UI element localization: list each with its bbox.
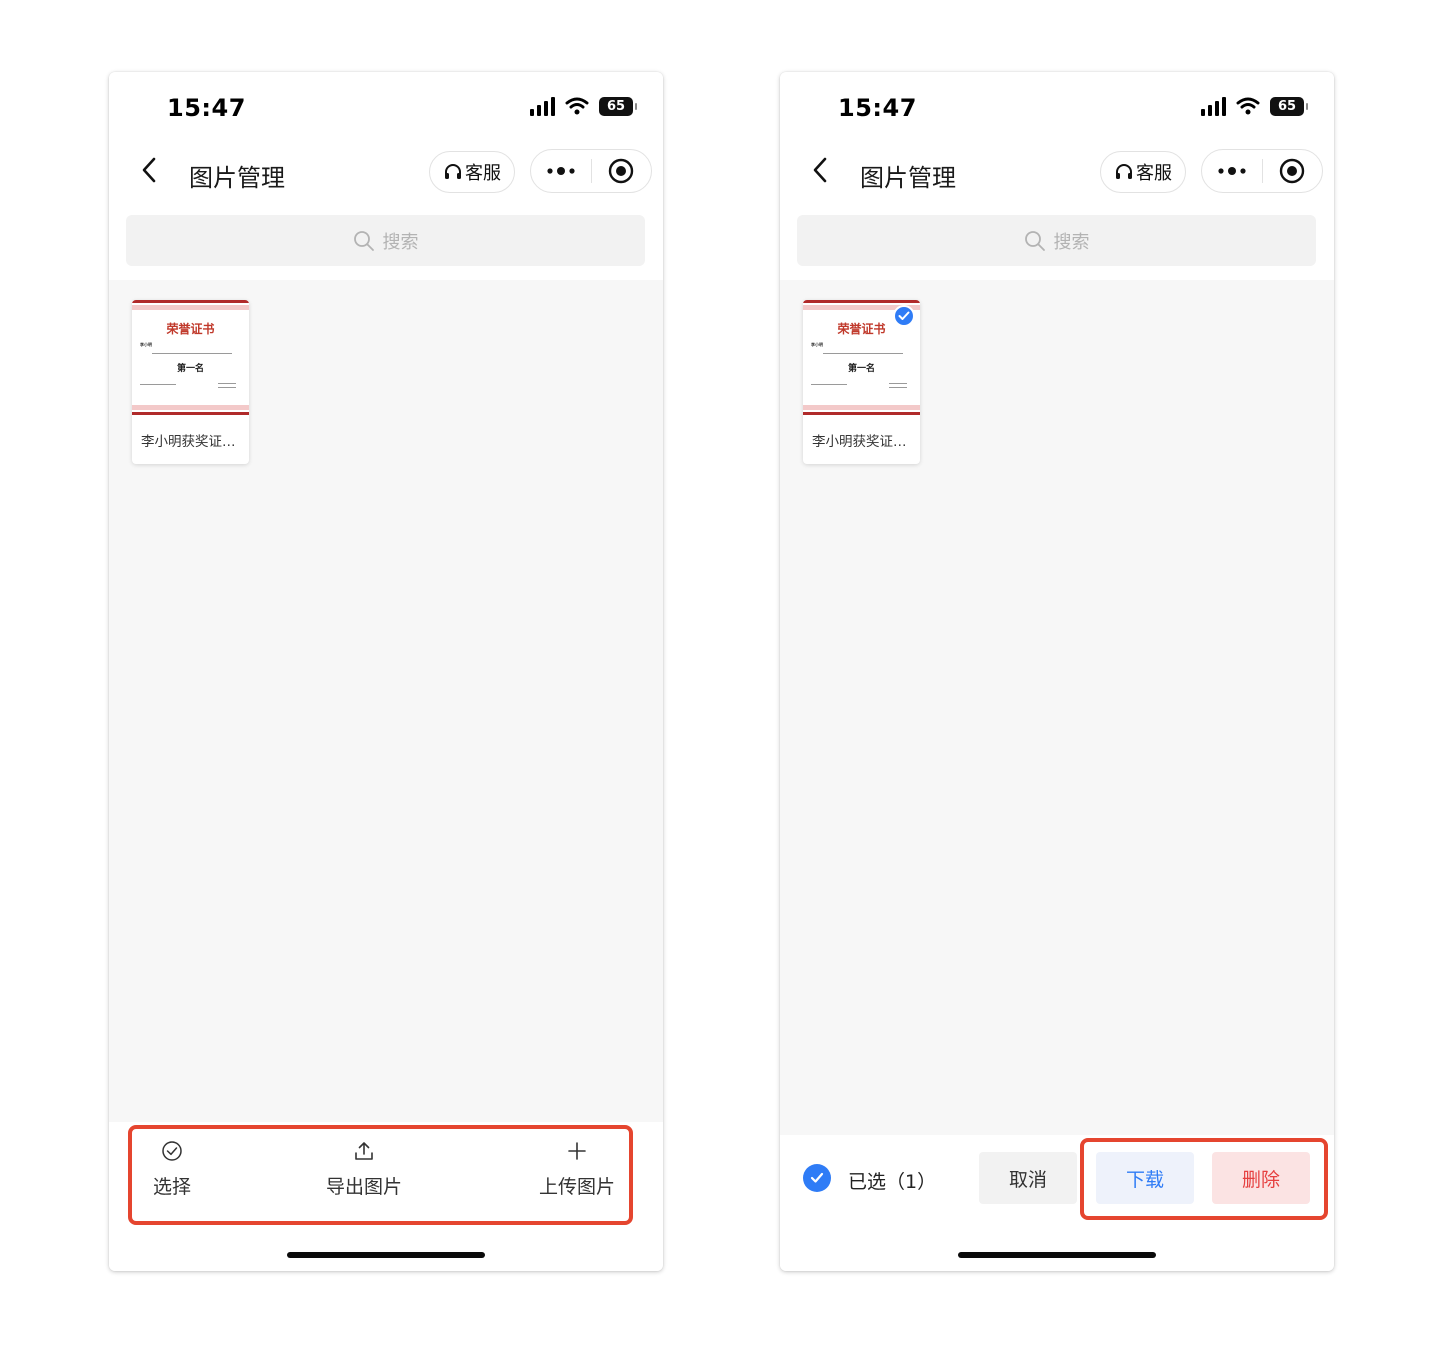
search-placeholder: 搜索 xyxy=(1053,231,1090,253)
cellular-signal-icon xyxy=(530,96,555,116)
battery-icon: 65 xyxy=(599,96,637,116)
more-button[interactable] xyxy=(531,150,591,192)
close-miniprogram-button[interactable] xyxy=(592,150,652,192)
certificate-title: 荣誉证书 xyxy=(166,322,215,336)
search-icon xyxy=(353,230,374,251)
headset-icon xyxy=(1116,164,1132,179)
wifi-icon xyxy=(1236,97,1260,115)
selected-count: 已选（1） xyxy=(848,1171,937,1193)
close-miniprogram-button[interactable] xyxy=(1263,150,1323,192)
certificate-recipient: 李小明 xyxy=(811,342,823,347)
back-button[interactable] xyxy=(808,156,832,184)
home-indicator xyxy=(287,1252,485,1258)
mini-program-capsule xyxy=(530,149,652,193)
target-icon xyxy=(609,158,634,184)
headset-icon xyxy=(445,164,461,179)
search-icon xyxy=(1024,230,1045,251)
more-button[interactable] xyxy=(1202,150,1262,192)
chevron-left-icon xyxy=(813,157,827,183)
highlight-box-actions xyxy=(1080,1138,1328,1220)
phone-screen-selection: 15:47 65 图片管理 客服 搜索 荣誉证书 李小明 第一名 李小明获奖证…… xyxy=(780,72,1334,1271)
certificate-thumbnail: 荣誉证书 李小明 第一名 xyxy=(132,300,249,417)
status-time: 15:47 xyxy=(167,94,246,122)
phone-screen-default: 15:47 65 图片管理 客服 搜索 荣誉证书 李小明 第一名 李小明获奖证…… xyxy=(109,72,663,1271)
certificate-rank: 第一名 xyxy=(847,364,875,374)
page-title: 图片管理 xyxy=(189,164,285,192)
cancel-button[interactable]: 取消 xyxy=(979,1152,1077,1204)
search-input[interactable]: 搜索 xyxy=(797,215,1316,266)
status-time: 15:47 xyxy=(838,94,917,122)
highlight-box-toolbar xyxy=(128,1125,633,1225)
image-name: 李小明获奖证… xyxy=(812,434,907,450)
page-title: 图片管理 xyxy=(860,164,956,192)
status-icons: 65 xyxy=(530,96,637,116)
target-icon xyxy=(1280,158,1305,184)
status-icons: 65 xyxy=(1201,96,1308,116)
more-dots-icon xyxy=(1218,167,1246,175)
selected-check-icon[interactable] xyxy=(893,305,915,327)
chevron-left-icon xyxy=(142,157,156,183)
more-dots-icon xyxy=(547,167,575,175)
image-name: 李小明获奖证… xyxy=(141,434,236,450)
select-all-check-icon[interactable] xyxy=(803,1164,831,1192)
customer-service-button[interactable]: 客服 xyxy=(1100,151,1186,193)
cellular-signal-icon xyxy=(1201,96,1226,116)
header: 15:47 65 图片管理 客服 搜索 xyxy=(109,72,663,280)
certificate-rank: 第一名 xyxy=(176,364,204,374)
customer-service-button[interactable]: 客服 xyxy=(429,151,515,193)
image-card[interactable]: 荣誉证书 李小明 第一名 李小明获奖证… xyxy=(132,300,249,464)
customer-service-label: 客服 xyxy=(465,163,501,184)
back-button[interactable] xyxy=(137,156,161,184)
home-indicator xyxy=(958,1252,1156,1258)
header: 15:47 65 图片管理 客服 搜索 xyxy=(780,72,1334,280)
customer-service-label: 客服 xyxy=(1136,163,1172,184)
search-input[interactable]: 搜索 xyxy=(126,215,645,266)
wifi-icon xyxy=(565,97,589,115)
mini-program-capsule xyxy=(1201,149,1323,193)
search-placeholder: 搜索 xyxy=(382,231,419,253)
battery-icon: 65 xyxy=(1270,96,1308,116)
image-card-selected[interactable]: 荣誉证书 李小明 第一名 李小明获奖证… xyxy=(803,300,920,464)
certificate-recipient: 李小明 xyxy=(140,342,152,347)
